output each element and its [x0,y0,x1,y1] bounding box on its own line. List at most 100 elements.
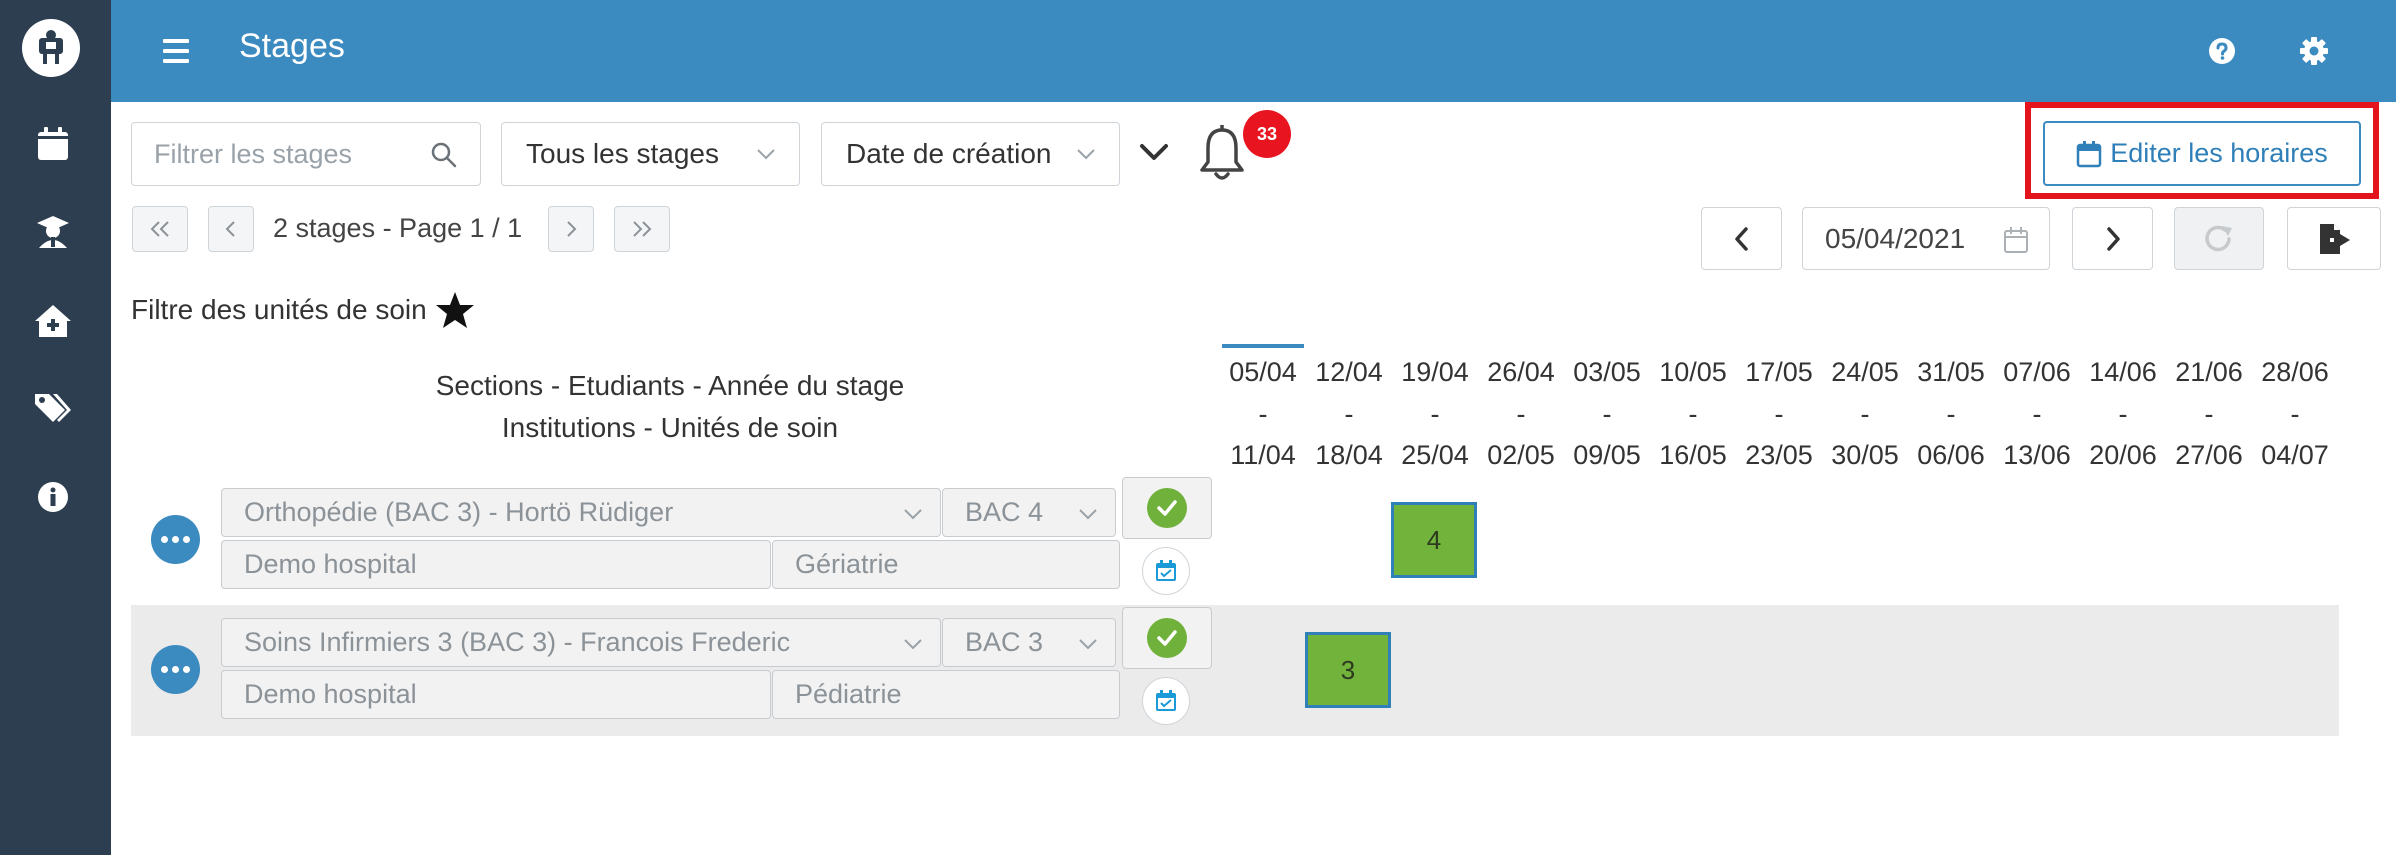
schedule-button[interactable] [1142,677,1190,725]
schedule-button[interactable] [1142,547,1190,595]
bell-icon [1200,125,1244,180]
section-student-select[interactable]: Soins Infirmiers 3 (BAC 3) - Francois Fr… [221,618,941,667]
row-actions-button[interactable] [151,645,200,694]
week-start-label: 19/04 [1401,357,1469,387]
edit-schedule-label: Editer les horaires [2110,138,2328,168]
menu-toggle-button[interactable] [157,31,197,71]
pager-summary: 2 stages - Page 1 / 1 [273,213,523,243]
week-column-header: 14/06 - 20/06 [2080,352,2166,477]
week-end-label: 27/06 [2175,440,2243,470]
week-start-label: 26/04 [1487,357,1555,387]
year-select[interactable]: BAC 4 [942,488,1116,537]
week-sep-label: - [2118,398,2128,429]
care-unit-field[interactable]: Gériatrie [772,540,1120,589]
schedule-cell[interactable]: 4 [1391,502,1477,578]
week-start-label: 12/04 [1315,357,1383,387]
section-student-select[interactable]: Orthopédie (BAC 3) - Hortö Rüdiger [221,488,941,537]
top-bar: Stages [111,0,2396,102]
week-end-label: 18/04 [1315,440,1383,470]
check-icon [1147,618,1187,658]
date-value: 05/04/2021 [1825,222,1966,254]
sort-select[interactable]: Date de création [821,122,1120,186]
column-header-institutions: Institutions - Unités de soin [501,412,839,443]
notification-count-badge: 33 [1243,110,1291,158]
first-page-button[interactable] [132,206,188,252]
page-title: Stages [239,27,345,65]
stage-filter-select[interactable]: Tous les stages [501,122,800,186]
chevron-right-icon [2106,226,2120,251]
institution-field[interactable]: Demo hospital [221,670,771,719]
week-column-header: 12/04 - 18/04 [1306,352,1392,477]
check-icon [1147,488,1187,528]
hamburger-icon [163,39,189,43]
sidebar-item-info[interactable] [28,472,78,522]
sidebar-item-calendar[interactable] [28,119,78,169]
week-end-label: 06/06 [1917,440,1985,470]
app-logo[interactable] [22,19,80,77]
edit-schedule-button[interactable]: Editer les horaires [2043,121,2361,186]
graduate-icon [37,216,69,248]
week-sep-label: - [2032,398,2042,429]
institution-field[interactable]: Demo hospital [221,540,771,589]
refresh-button[interactable] [2174,207,2264,270]
week-start-label: 24/05 [1831,357,1899,387]
next-week-button[interactable] [2072,207,2153,270]
chevron-right-icon [567,221,577,237]
calendar-icon [2004,227,2028,253]
week-end-label: 09/05 [1573,440,1641,470]
care-unit-field[interactable]: Pédiatrie [772,670,1120,719]
sidebar-item-students[interactable] [28,207,78,257]
sidebar-item-tags[interactable] [28,383,78,433]
care-unit-value: Gériatrie [795,549,899,579]
week-sep-label: - [1344,398,1354,429]
double-chevron-left-icon [150,221,169,237]
sidebar-item-institutions[interactable] [28,296,78,346]
favorite-filter-button[interactable] [434,290,476,330]
help-button[interactable] [2201,30,2243,72]
week-column-header: 21/06 - 27/06 [2166,352,2252,477]
current-week-indicator [1222,344,1304,348]
chevron-down-icon [1077,149,1095,160]
previous-week-button[interactable] [1701,207,1782,270]
week-end-label: 04/07 [2261,440,2329,470]
week-start-label: 14/06 [2089,357,2157,387]
week-start-label: 03/05 [1573,357,1641,387]
calendar-icon [2076,140,2102,167]
sort-direction-button[interactable] [1134,136,1174,170]
calendar-check-icon [1156,690,1176,711]
week-sep-label: - [1946,398,1956,429]
chevron-left-icon [225,221,235,237]
week-end-label: 20/06 [2089,440,2157,470]
schedule-cell[interactable]: 3 [1305,632,1391,708]
week-end-label: 16/05 [1659,440,1727,470]
ellipsis-icon [161,536,168,543]
year-select[interactable]: BAC 3 [942,618,1116,667]
date-picker-field[interactable]: 05/04/2021 [1802,207,2050,270]
last-page-button[interactable] [614,206,670,252]
settings-button[interactable] [2293,30,2335,72]
logo-icon [39,30,63,64]
row-actions-button[interactable] [151,515,200,564]
search-icon [431,142,457,168]
validate-button[interactable] [1122,477,1212,539]
search-field[interactable] [131,122,481,186]
export-button[interactable] [2287,207,2381,270]
week-column-header: 19/04 - 25/04 [1392,352,1478,477]
week-end-label: 25/04 [1401,440,1469,470]
week-end-label: 13/06 [2003,440,2071,470]
tags-icon [35,394,71,422]
year-value: BAC 4 [965,497,1044,527]
prev-page-button[interactable] [208,206,254,252]
chevron-down-icon [1079,509,1097,520]
week-start-label: 31/05 [1917,357,1985,387]
week-start-label: 28/06 [2261,357,2329,387]
week-start-label: 05/04 [1229,357,1297,387]
validate-button[interactable] [1122,607,1212,669]
notifications-button[interactable] [1196,124,1248,184]
next-page-button[interactable] [548,206,594,252]
search-input[interactable] [154,138,414,170]
care-unit-value: Pédiatrie [795,679,902,709]
institution-value: Demo hospital [244,679,417,709]
gear-icon [2300,37,2328,65]
sort-value: Date de création [846,138,1052,169]
